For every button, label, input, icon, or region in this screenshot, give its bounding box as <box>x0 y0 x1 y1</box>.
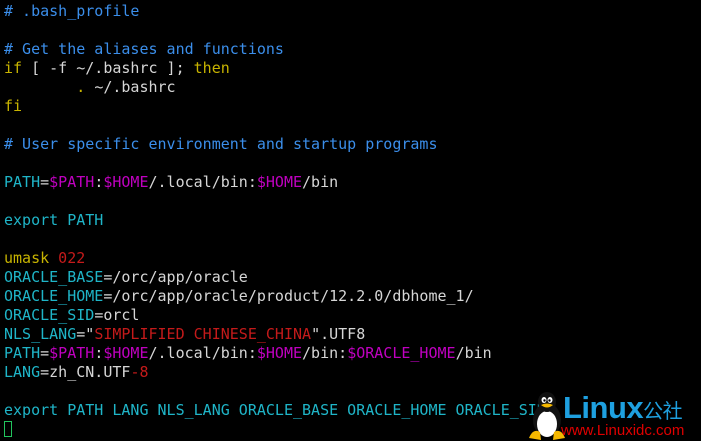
code-token-var: ORACLE_SID <box>4 306 95 324</box>
code-token-comment: # .bash_profile <box>4 2 140 20</box>
code-token-var: PATH <box>4 344 41 362</box>
code-token-mag: $HOME <box>256 344 303 362</box>
code-token-txt: =zh_CN.UTF <box>40 363 131 381</box>
code-token-var: NLS_LANG <box>4 325 77 343</box>
code-token-var: export PATH <box>4 211 104 229</box>
code-token-red: -8 <box>130 363 149 381</box>
brand-url: www.Linuxidc.com <box>561 422 685 439</box>
editor-line: # User specific environment and startup … <box>4 135 546 154</box>
editor-line: . ~/.bashrc <box>4 78 546 97</box>
editor-line: NLS_LANG="SIMPLIFIED CHINESE_CHINA".UTF8 <box>4 325 546 344</box>
editor-line <box>4 420 546 439</box>
editor-line: # .bash_profile <box>4 2 546 21</box>
code-token-kw: . <box>4 78 95 96</box>
editor-line: export PATH LANG NLS_LANG ORACLE_BASE OR… <box>4 401 546 420</box>
code-token-txt: =/orc/app/oracle/product/12.2.0/dbhome_1… <box>103 287 474 305</box>
code-token-red: SIMPLIFIED CHINESE_CHINA <box>94 325 312 343</box>
code-token-txt: =" <box>76 325 95 343</box>
code-token-mag: $HOME <box>103 344 149 362</box>
code-token-txt: /.local/bin: <box>148 173 257 191</box>
code-token-comment: # User specific environment and startup … <box>4 135 438 153</box>
code-token-txt: : <box>94 173 104 191</box>
terminal-editor[interactable]: # .bash_profile # Get the aliases and fun… <box>4 2 546 439</box>
code-token-txt: /bin <box>302 173 339 191</box>
code-token-mag: $ORACLE_HOME <box>347 344 456 362</box>
editor-line: export PATH <box>4 211 546 230</box>
editor-line: # Get the aliases and functions <box>4 40 546 59</box>
linuxidc-watermark: Linux公社 www.Linuxidc.com <box>527 390 701 441</box>
code-token-var: LANG <box>4 363 41 381</box>
code-token-txt: ".UTF8 <box>311 325 366 343</box>
code-token-var: export PATH LANG NLS_LANG ORACLE_BASE OR… <box>4 401 546 419</box>
editor-line: ORACLE_HOME=/orc/app/oracle/product/12.2… <box>4 287 546 306</box>
code-token-var: PATH <box>4 173 41 191</box>
code-token-txt: ~/.bashrc <box>94 78 176 96</box>
code-token-kw: then <box>193 59 230 77</box>
code-token-txt: /bin <box>455 344 492 362</box>
code-token-txt: = <box>40 344 50 362</box>
code-token-var: ORACLE_HOME <box>4 287 104 305</box>
editor-line: if [ -f ~/.bashrc ]; then <box>4 59 546 78</box>
editor-line: LANG=zh_CN.UTF-8 <box>4 363 546 382</box>
editor-line: ORACLE_BASE=/orc/app/oracle <box>4 268 546 287</box>
code-token-txt: : <box>94 344 104 362</box>
code-token-mag: $HOME <box>256 173 303 191</box>
code-token-kw: fi <box>4 97 23 115</box>
code-token-txt: =orcl <box>94 306 140 324</box>
editor-line: ORACLE_SID=orcl <box>4 306 546 325</box>
code-token-txt: /.local/bin: <box>148 344 257 362</box>
text-cursor <box>4 421 12 437</box>
brand-text: Linux <box>563 390 644 425</box>
editor-line: PATH=$PATH:$HOME/.local/bin:$HOME/bin <box>4 173 546 192</box>
code-token-mag: $HOME <box>103 173 149 191</box>
code-token-txt: /bin: <box>302 344 348 362</box>
code-token-txt: [ -f ~/.bashrc ]; <box>22 59 194 77</box>
brand-cn-text: 公社 <box>643 401 683 423</box>
editor-line: fi <box>4 97 546 116</box>
code-token-mag: $PATH <box>49 173 95 191</box>
code-token-txt: =/orc/app/oracle <box>103 268 248 286</box>
code-token-comment: # Get the aliases and functions <box>4 40 284 58</box>
code-token-kw: if <box>4 59 23 77</box>
code-token-txt: = <box>40 173 50 191</box>
code-token-red: 022 <box>49 249 86 267</box>
code-token-kw: umask <box>4 249 50 267</box>
editor-line: umask 022 <box>4 249 546 268</box>
code-token-mag: $PATH <box>49 344 95 362</box>
code-token-var: ORACLE_BASE <box>4 268 104 286</box>
editor-line: PATH=$PATH:$HOME/.local/bin:$HOME/bin:$O… <box>4 344 546 363</box>
